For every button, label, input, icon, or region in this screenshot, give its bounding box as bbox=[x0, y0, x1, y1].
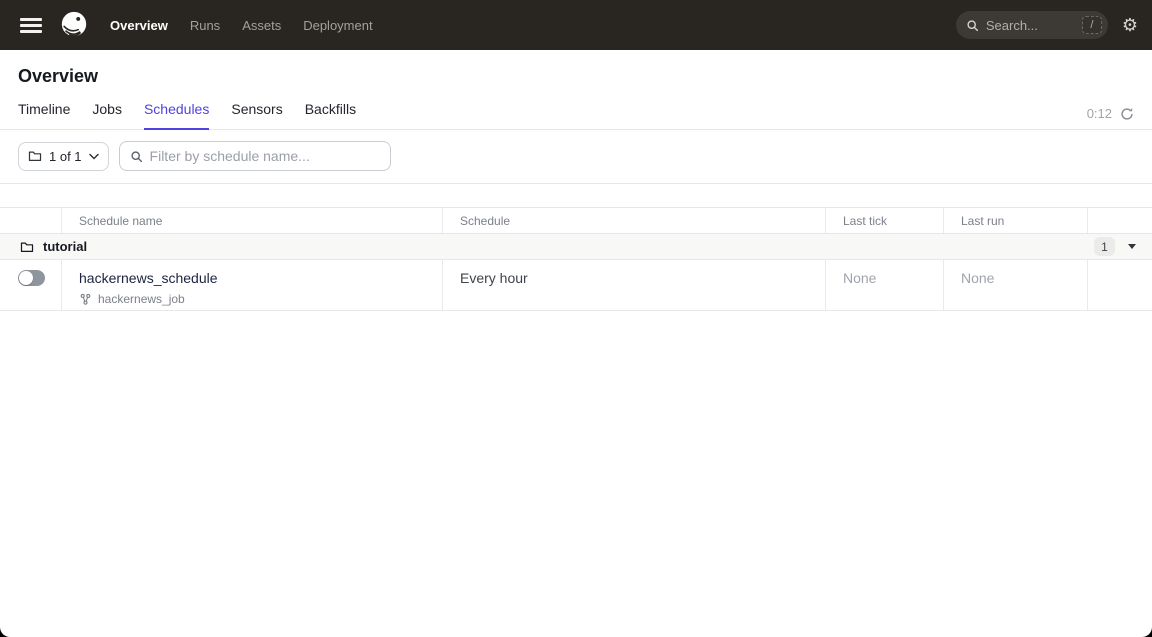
table-header-row: Schedule name Schedule Last tick Last ru… bbox=[0, 208, 1152, 234]
nav-overview[interactable]: Overview bbox=[110, 18, 168, 33]
row-actions-cell bbox=[1088, 260, 1152, 310]
collapse-caret-icon[interactable] bbox=[1128, 244, 1136, 249]
header-schedule-name: Schedule name bbox=[62, 208, 443, 233]
schedule-enabled-toggle[interactable] bbox=[18, 270, 45, 286]
page-title: Overview bbox=[0, 50, 1152, 87]
search-input[interactable] bbox=[986, 18, 1075, 33]
schedule-name-link[interactable]: hackernews_schedule bbox=[79, 270, 218, 286]
menu-icon[interactable] bbox=[14, 8, 48, 42]
schedule-row: hackernews_schedule hackernews_job Every… bbox=[0, 260, 1152, 311]
tab-timeline[interactable]: Timeline bbox=[18, 101, 70, 130]
chevron-down-icon bbox=[89, 153, 99, 160]
header-last-run: Last run bbox=[944, 208, 1088, 233]
header-last-tick: Last tick bbox=[826, 208, 944, 233]
search-shortcut-badge: / bbox=[1082, 16, 1102, 34]
repo-filter-label: 1 of 1 bbox=[49, 149, 82, 164]
header-actions-col bbox=[1088, 208, 1152, 233]
nav-deployment[interactable]: Deployment bbox=[303, 18, 372, 33]
main-nav-links: Overview Runs Assets Deployment bbox=[110, 18, 373, 33]
search-icon bbox=[966, 19, 979, 32]
schedule-filter-field[interactable] bbox=[119, 141, 391, 171]
overview-tabs: Timeline Jobs Schedules Sensors Backfill… bbox=[18, 101, 356, 129]
filter-toolbar: 1 of 1 bbox=[0, 130, 1152, 184]
tab-jobs[interactable]: Jobs bbox=[92, 101, 122, 130]
header-toggle-col bbox=[0, 208, 62, 233]
job-graph-icon bbox=[79, 293, 92, 306]
schedule-cron-cell: Every hour bbox=[443, 260, 826, 310]
last-tick-cell: None bbox=[826, 260, 944, 310]
header-schedule: Schedule bbox=[443, 208, 826, 233]
repo-group-name: tutorial bbox=[43, 239, 87, 254]
folder-icon bbox=[28, 149, 42, 163]
app-window: Overview Runs Assets Deployment / ⚙ Over… bbox=[0, 0, 1152, 637]
tab-schedules[interactable]: Schedules bbox=[144, 101, 209, 130]
schedule-name-cell: hackernews_schedule hackernews_job bbox=[62, 260, 443, 310]
repo-filter-button[interactable]: 1 of 1 bbox=[18, 142, 109, 171]
settings-gear-icon[interactable]: ⚙ bbox=[1122, 16, 1138, 34]
last-run-cell: None bbox=[944, 260, 1088, 310]
repo-group-row[interactable]: tutorial 1 bbox=[0, 234, 1152, 260]
search-icon bbox=[130, 150, 143, 163]
nav-assets[interactable]: Assets bbox=[242, 18, 281, 33]
overview-tabs-row: Timeline Jobs Schedules Sensors Backfill… bbox=[0, 87, 1152, 130]
toggle-knob bbox=[19, 271, 33, 285]
folder-icon bbox=[20, 240, 34, 254]
schedules-table: Schedule name Schedule Last tick Last ru… bbox=[0, 207, 1152, 311]
top-nav: Overview Runs Assets Deployment / ⚙ bbox=[0, 0, 1152, 50]
refresh-countdown: 0:12 bbox=[1087, 106, 1112, 121]
tab-backfills[interactable]: Backfills bbox=[305, 101, 356, 130]
schedule-toggle-cell bbox=[0, 260, 62, 310]
dagster-logo-icon[interactable] bbox=[56, 7, 92, 43]
global-search[interactable]: / bbox=[956, 11, 1108, 39]
job-name-link[interactable]: hackernews_job bbox=[98, 292, 185, 306]
refresh-icon[interactable] bbox=[1120, 107, 1134, 121]
group-count-badge: 1 bbox=[1094, 237, 1115, 256]
nav-runs[interactable]: Runs bbox=[190, 18, 220, 33]
tab-sensors[interactable]: Sensors bbox=[231, 101, 282, 130]
schedule-filter-input[interactable] bbox=[150, 148, 380, 164]
